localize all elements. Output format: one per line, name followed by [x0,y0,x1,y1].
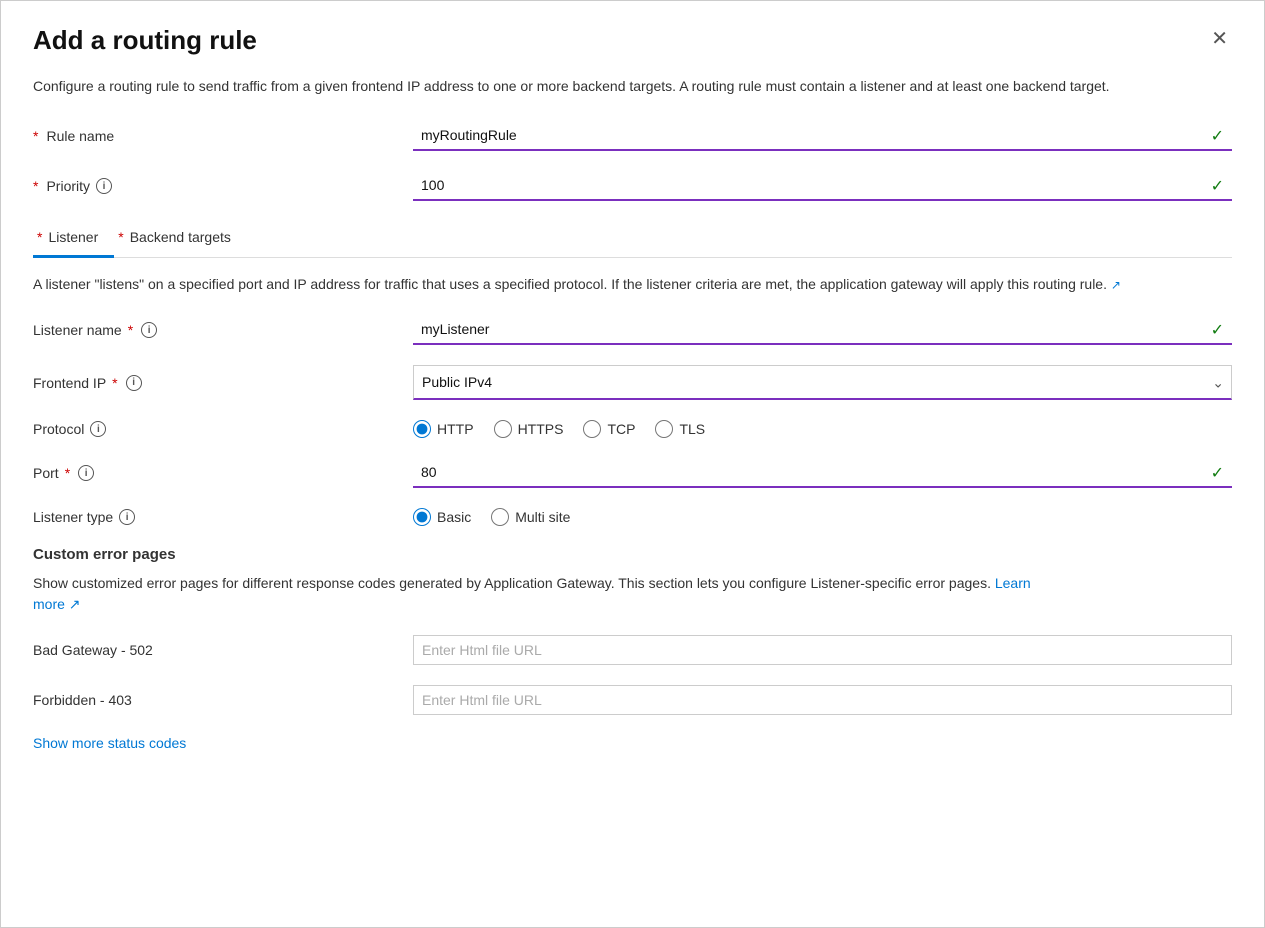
forbidden-input[interactable] [413,685,1232,715]
custom-error-pages-heading: Custom error pages [33,546,1232,563]
add-routing-rule-dialog: Add a routing rule ✕ Configure a routing… [0,0,1265,928]
listener-type-label: Listener type i [33,509,413,525]
listener-name-label: Listener name * i [33,322,413,338]
bad-gateway-input[interactable] [413,635,1232,665]
priority-label: * Priority i [33,178,413,194]
protocol-radio-group: HTTP HTTPS TCP TLS [413,420,1232,438]
port-control: ✓ [413,458,1232,488]
priority-row: * Priority i ✓ [33,171,1232,201]
listener-type-info-icon[interactable]: i [119,509,135,525]
protocol-row: Protocol i HTTP HTTPS TCP TLS [33,420,1232,438]
protocol-http-option[interactable]: HTTP [413,420,474,438]
listener-type-basic-option[interactable]: Basic [413,508,471,526]
port-info-icon[interactable]: i [78,465,94,481]
rule-name-check-icon: ✓ [1211,126,1224,146]
listener-type-basic-radio[interactable] [413,508,431,526]
protocol-tcp-radio[interactable] [583,420,601,438]
priority-check-icon: ✓ [1211,176,1224,196]
frontend-ip-control: Public IPv4 Private IPv4 ⌄ [413,365,1232,400]
rule-name-row: * Rule name ✓ [33,121,1232,151]
protocol-control: HTTP HTTPS TCP TLS [413,420,1232,438]
frontend-ip-select-wrapper: Public IPv4 Private IPv4 ⌄ [413,365,1232,400]
show-more-status-codes-container: Show more status codes [33,735,1232,751]
frontend-ip-info-icon[interactable]: i [126,375,142,391]
protocol-label: Protocol i [33,421,413,437]
dialog-header: Add a routing rule ✕ [33,25,1232,56]
protocol-https-radio[interactable] [494,420,512,438]
listener-name-info-icon[interactable]: i [141,322,157,338]
port-row: Port * i ✓ [33,458,1232,488]
tab-backend-targets[interactable]: * Backend targets [114,221,247,258]
protocol-tls-option[interactable]: TLS [655,420,705,438]
priority-input[interactable] [413,171,1232,201]
forbidden-label: Forbidden - 403 [33,692,413,708]
protocol-tls-radio[interactable] [655,420,673,438]
listener-name-row: Listener name * i ✓ [33,315,1232,345]
listener-name-control: ✓ [413,315,1232,345]
listener-name-check-icon: ✓ [1211,320,1224,340]
frontend-ip-select[interactable]: Public IPv4 Private IPv4 [413,365,1232,400]
bad-gateway-label: Bad Gateway - 502 [33,642,413,658]
frontend-ip-label: Frontend IP * i [33,375,413,391]
listener-description: A listener "listens" on a specified port… [33,258,1133,315]
listener-type-control: Basic Multi site [413,508,1232,526]
listener-name-input[interactable] [413,315,1232,345]
port-input[interactable] [413,458,1232,488]
listener-type-multisite-radio[interactable] [491,508,509,526]
priority-required: * [33,178,38,194]
port-label: Port * i [33,465,413,481]
rule-name-required: * [33,128,38,144]
dialog-description: Configure a routing rule to send traffic… [33,76,1133,97]
priority-info-icon[interactable]: i [96,178,112,194]
rule-name-input[interactable] [413,121,1232,151]
close-button[interactable]: ✕ [1207,25,1232,53]
bad-gateway-control [413,635,1232,665]
tab-bar: * Listener * Backend targets [33,221,1232,258]
listener-external-link-icon[interactable]: ↗ [1111,278,1121,292]
protocol-info-icon[interactable]: i [90,421,106,437]
protocol-https-option[interactable]: HTTPS [494,420,564,438]
listener-type-multisite-option[interactable]: Multi site [491,508,570,526]
listener-type-row: Listener type i Basic Multi site [33,508,1232,526]
custom-error-pages-desc: Show customized error pages for differen… [33,573,1033,615]
show-more-status-codes-link[interactable]: Show more status codes [33,735,186,751]
protocol-http-radio[interactable] [413,420,431,438]
rule-name-control: ✓ [413,121,1232,151]
port-check-icon: ✓ [1211,463,1224,483]
bad-gateway-row: Bad Gateway - 502 [33,635,1232,665]
priority-control: ✓ [413,171,1232,201]
rule-name-label: * Rule name [33,128,413,144]
tab-listener[interactable]: * Listener [33,221,114,258]
forbidden-control [413,685,1232,715]
frontend-ip-row: Frontend IP * i Public IPv4 Private IPv4… [33,365,1232,400]
forbidden-row: Forbidden - 403 [33,685,1232,715]
dialog-title: Add a routing rule [33,25,257,56]
listener-type-radio-group: Basic Multi site [413,508,1232,526]
learn-more-external-icon: ↗ [69,596,81,612]
protocol-tcp-option[interactable]: TCP [583,420,635,438]
